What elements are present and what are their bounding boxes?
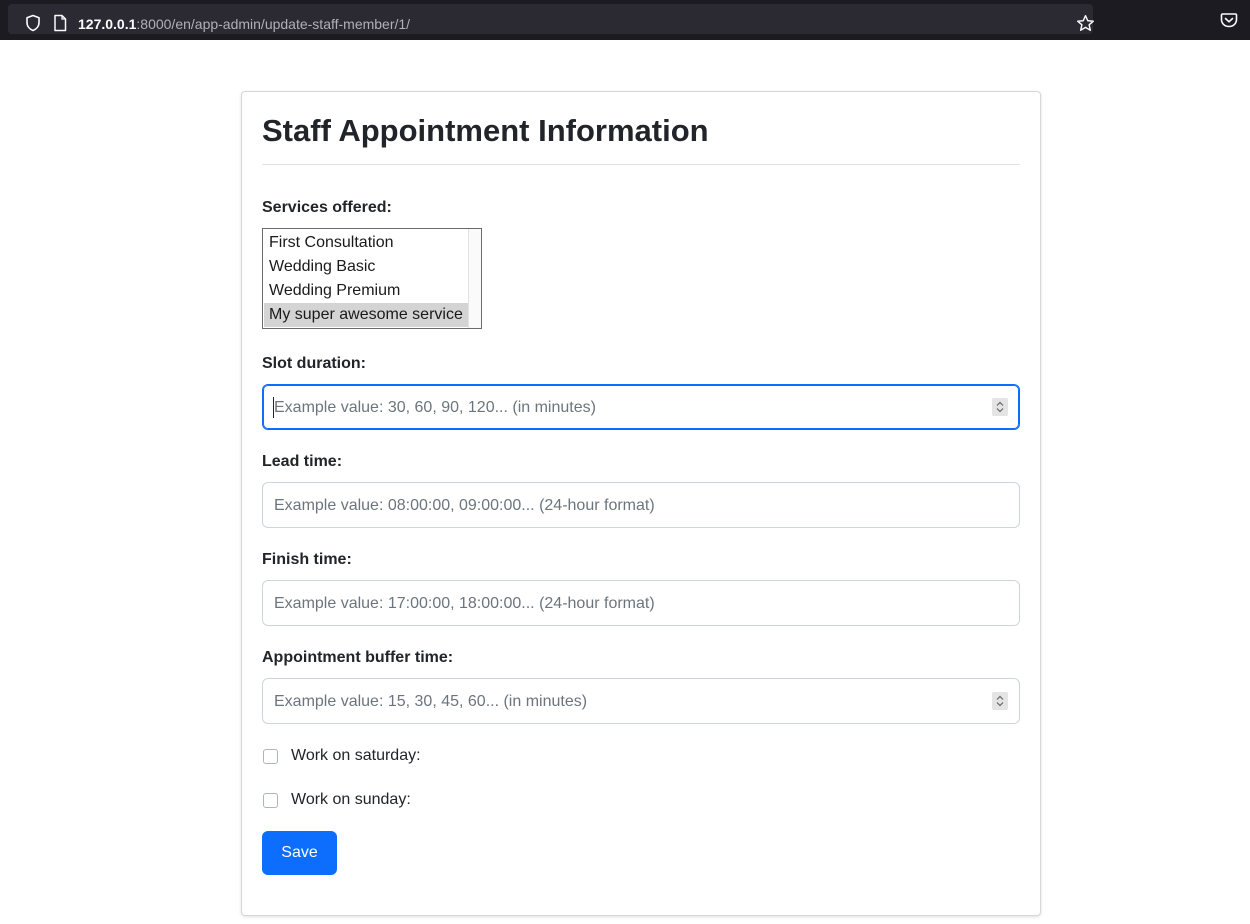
buffer-time-placeholder: Example value: 15, 30, 45, 60... (in min… — [274, 693, 588, 710]
title-divider — [262, 164, 1020, 165]
url-path: :8000/en/app-admin/update-staff-member/1… — [136, 16, 411, 32]
slot-duration-placeholder: Example value: 30, 60, 90, 120... (in mi… — [274, 399, 596, 416]
lead-time-label: Lead time: — [262, 453, 343, 470]
shield-icon[interactable] — [24, 14, 42, 32]
url-host: 127.0.0.1 — [78, 16, 137, 32]
listbox-scrollbar[interactable] — [468, 229, 481, 328]
address-bar[interactable]: 127.0.0.1:8000/en/app-admin/update-staff… — [8, 4, 1095, 34]
buffer-time-input[interactable]: Example value: 15, 30, 45, 60... (in min… — [262, 678, 1020, 724]
services-label: Services offered: — [262, 199, 392, 216]
browser-toolbar: 127.0.0.1:8000/en/app-admin/update-staff… — [0, 0, 1250, 40]
work-sunday-label[interactable]: Work on sunday: — [291, 790, 411, 810]
finish-time-label: Finish time: — [262, 551, 352, 568]
staff-form-card: Staff Appointment Information Services o… — [241, 91, 1041, 916]
slot-duration-input[interactable]: Example value: 30, 60, 90, 120... (in mi… — [262, 384, 1020, 430]
slot-duration-label: Slot duration: — [262, 355, 366, 372]
number-spinner-icon[interactable] — [992, 692, 1008, 710]
save-button[interactable]: Save — [262, 831, 337, 875]
url-text[interactable]: 127.0.0.1:8000/en/app-admin/update-staff… — [78, 15, 410, 33]
buffer-time-label: Appointment buffer time: — [262, 649, 454, 666]
star-icon[interactable] — [1076, 14, 1095, 33]
work-sunday-checkbox[interactable] — [263, 793, 278, 808]
service-option[interactable]: Wedding Premium — [264, 279, 470, 303]
lead-time-placeholder: Example value: 08:00:00, 09:00:00... (24… — [274, 497, 655, 514]
finish-time-input[interactable]: Example value: 17:00:00, 18:00:00... (24… — [262, 580, 1020, 626]
service-option[interactable]: Wedding Basic — [264, 255, 470, 279]
page-title: Staff Appointment Information — [262, 113, 709, 148]
page-icon — [54, 14, 67, 32]
pocket-icon[interactable] — [1220, 11, 1238, 29]
service-option-selected[interactable]: My super awesome service — [264, 303, 470, 327]
finish-time-placeholder: Example value: 17:00:00, 18:00:00... (24… — [274, 595, 655, 612]
work-saturday-label[interactable]: Work on saturday: — [291, 746, 421, 766]
lead-time-input[interactable]: Example value: 08:00:00, 09:00:00... (24… — [262, 482, 1020, 528]
services-listbox[interactable]: First Consultation Wedding Basic Wedding… — [262, 228, 482, 329]
number-spinner-icon[interactable] — [992, 398, 1008, 416]
work-saturday-checkbox[interactable] — [263, 749, 278, 764]
service-option[interactable]: First Consultation — [264, 231, 470, 255]
